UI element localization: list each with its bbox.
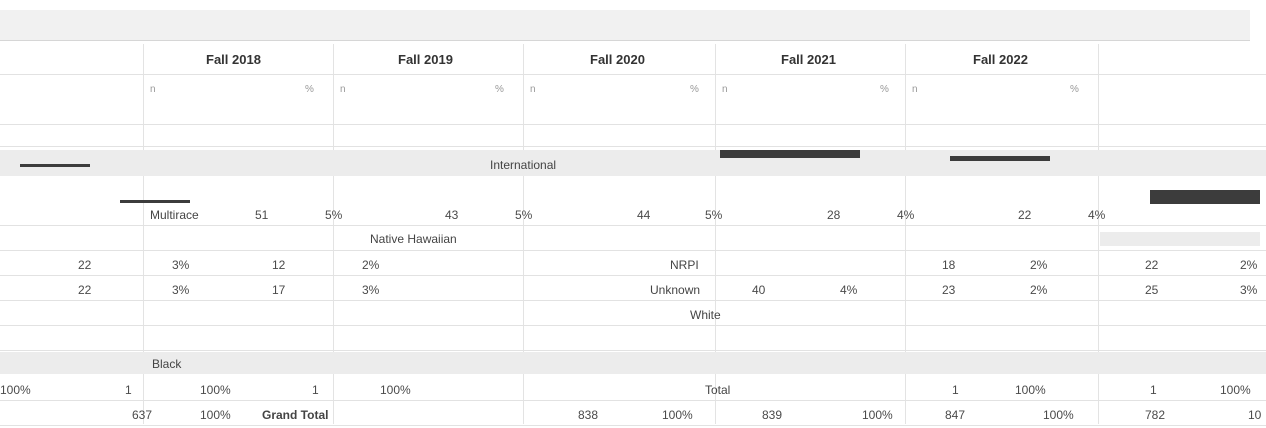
cell: 22 [78, 283, 92, 297]
cell: 2% [1030, 283, 1048, 297]
cell: 2% [362, 258, 380, 272]
table-row [0, 403, 1266, 426]
n-subheader: n [340, 84, 346, 95]
cell: 100% [1220, 383, 1251, 397]
header-row [0, 44, 1266, 75]
cell: 839 [762, 408, 783, 422]
row-label-total: Total [705, 383, 731, 397]
n-subheader: n [530, 84, 536, 95]
cell: 4% [840, 283, 858, 297]
cell: 3% [172, 258, 190, 272]
cell: 1 [952, 383, 959, 397]
report-banner [0, 10, 1250, 41]
row-shading [0, 352, 1266, 374]
cell: 12 [272, 258, 286, 272]
cell: 23 [942, 283, 956, 297]
cell: 17 [272, 283, 286, 297]
cell: 637 [132, 408, 153, 422]
cell: 1 [312, 383, 319, 397]
pct-subheader: % [690, 84, 699, 95]
cell: 100% [200, 383, 231, 397]
table-row [0, 100, 1266, 125]
row-label-international: International [490, 158, 557, 172]
pct-subheader: % [305, 84, 314, 95]
cell: 25 [1145, 283, 1159, 297]
cell: 2% [1030, 258, 1048, 272]
cell: 100% [1015, 383, 1046, 397]
table-row [0, 228, 1266, 251]
cell: 43 [445, 208, 459, 222]
cell: 782 [1145, 408, 1166, 422]
pct-subheader: % [880, 84, 889, 95]
cell: 1 [125, 383, 132, 397]
cell: 22 [1145, 258, 1159, 272]
n-subheader: n [912, 84, 918, 95]
cell: 5% [705, 208, 723, 222]
cell: 847 [945, 408, 966, 422]
cell: 40 [752, 283, 766, 297]
cell: 100% [380, 383, 411, 397]
cell: 3% [362, 283, 380, 297]
cell: 100% [1043, 408, 1074, 422]
table-row [0, 378, 1266, 401]
cell: 100% [200, 408, 231, 422]
row-label-unknown: Unknown [650, 283, 701, 297]
row-highlight [720, 150, 860, 158]
n-subheader: n [722, 84, 728, 95]
cell: 22 [78, 258, 92, 272]
cell: 838 [578, 408, 599, 422]
table-row [0, 278, 1266, 301]
cell: 4% [897, 208, 915, 222]
row-label-black: Black [152, 357, 182, 371]
cell: 44 [637, 208, 651, 222]
row-shading [0, 150, 1266, 176]
table-row [0, 124, 1266, 147]
cell: 2% [1240, 258, 1258, 272]
row-label-grand-total: Grand Total [262, 408, 329, 422]
pct-subheader: % [1070, 84, 1079, 95]
row-highlight [20, 164, 90, 167]
n-subheader: n [150, 84, 156, 95]
cell: 22 [1018, 208, 1032, 222]
cell: 100% [0, 383, 31, 397]
row-label-native-hawaiian: Native Hawaiian [370, 232, 457, 246]
cell: 5% [515, 208, 533, 222]
table-row [0, 253, 1266, 276]
cell: 4% [1088, 208, 1106, 222]
row-highlight [1150, 190, 1260, 204]
cell: 3% [1240, 283, 1258, 297]
cell: 28 [827, 208, 841, 222]
table-row [0, 303, 1266, 326]
table-row [0, 328, 1266, 351]
cell: 3% [172, 283, 190, 297]
row-label-multirace: Multirace [150, 208, 199, 222]
cell: 100% [862, 408, 893, 422]
cell: 100% [662, 408, 693, 422]
cell: 18 [942, 258, 956, 272]
pct-subheader: % [495, 84, 504, 95]
cell: 10 [1248, 408, 1262, 422]
row-label-nrpi: NRPI [670, 258, 699, 272]
row-shading [1100, 232, 1260, 246]
cell: 5% [325, 208, 343, 222]
row-highlight [950, 156, 1050, 161]
cell: 51 [255, 208, 269, 222]
cell: 1 [1150, 383, 1157, 397]
row-label-white: White [690, 308, 721, 322]
